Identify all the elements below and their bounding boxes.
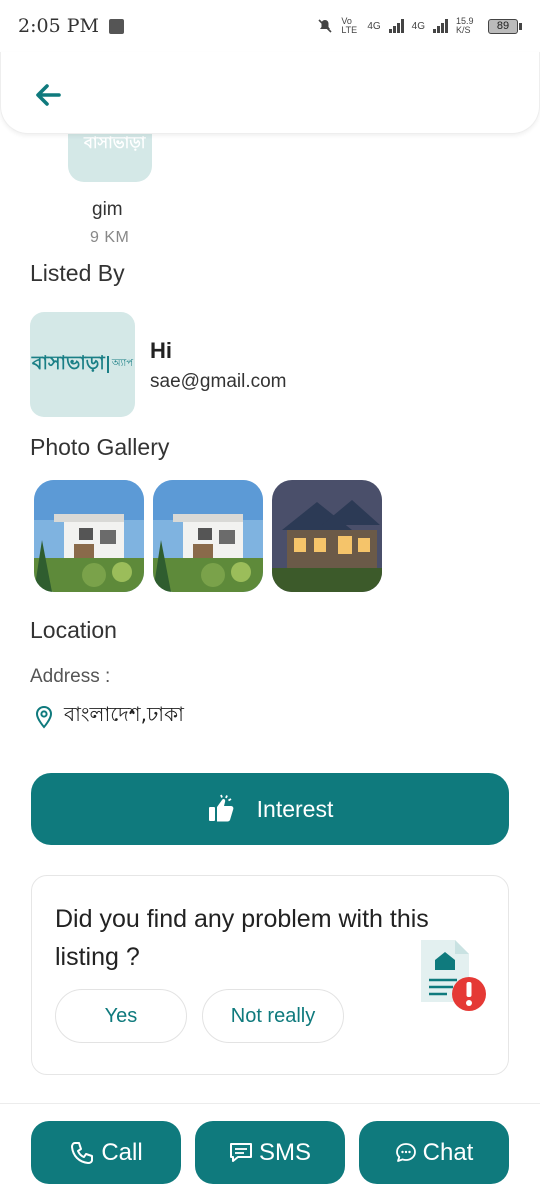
status-icons: Vo LTE 4G 4G 15.9 K/S 89 — [317, 17, 522, 35]
photo-gallery — [34, 480, 382, 592]
call-label: Call — [101, 1138, 143, 1166]
yes-button[interactable]: Yes — [55, 989, 187, 1043]
listing-distance: 9 KM — [90, 229, 130, 246]
chat-label: Chat — [422, 1138, 474, 1166]
address-value: বাংলাদেশ,ঢাকা — [64, 702, 184, 726]
thumbs-up-icon — [208, 794, 234, 822]
status-bar: 2:05 PM Vo LTE 4G 4G 15.9 K/S 89 — [0, 0, 540, 52]
chat-button[interactable]: Chat — [359, 1121, 509, 1184]
lister-email[interactable]: sae@gmail.com — [150, 371, 287, 393]
address-row: বাংলাদেশ,ঢাকা — [34, 700, 184, 733]
sms-label: SMS — [258, 1138, 311, 1166]
arrow-left-icon[interactable] — [31, 78, 65, 112]
listing-name: gim — [92, 199, 123, 220]
battery-level: 89 — [488, 18, 518, 34]
interest-label: Interest — [256, 795, 334, 822]
gallery-photo[interactable] — [272, 480, 382, 592]
lister-logo-text: বাসাভাড়া — [31, 352, 105, 374]
signal-icon — [388, 19, 404, 33]
interest-button[interactable]: Interest — [31, 773, 509, 845]
lister-name: Hi — [150, 338, 172, 363]
lister-avatar: বাসাভাড়া অ্যাপ — [30, 312, 135, 417]
logo-watermark: বাসাভাড়া — [84, 135, 146, 152]
network-label-2: 4G — [411, 20, 425, 32]
location-title: Location — [30, 617, 117, 643]
report-problem-card: Did you find any problem with this listi… — [31, 875, 509, 1075]
listed-by-title: Listed By — [30, 260, 125, 286]
status-time: 2:05 PM — [18, 15, 99, 37]
gallery-photo[interactable] — [34, 480, 144, 592]
network-label-1: 4G — [367, 20, 381, 32]
photo-gallery-title: Photo Gallery — [30, 434, 170, 460]
phone-icon — [71, 1141, 94, 1164]
mute-icon — [318, 19, 332, 33]
sms-button[interactable]: SMS — [195, 1121, 345, 1184]
notification-icon — [108, 18, 124, 34]
report-listing-icon — [421, 940, 486, 1011]
chat-bubble-icon — [395, 1142, 416, 1162]
app-header — [0, 52, 540, 134]
lister-logo-sub: অ্যাপ — [106, 356, 133, 373]
address-label: Address : — [30, 666, 111, 687]
location-pin-icon — [35, 705, 53, 729]
speed-label: 15.9 K/S — [456, 16, 474, 35]
gallery-photo[interactable] — [153, 480, 263, 592]
problem-question: Did you find any problem with this listi… — [55, 905, 429, 971]
bottom-action-bar: Call SMS Chat — [0, 1103, 540, 1200]
message-icon — [229, 1142, 252, 1162]
battery-icon: 89 — [488, 18, 522, 34]
signal-icon — [433, 19, 448, 33]
not-really-button[interactable]: Not really — [202, 989, 344, 1043]
volte-label: Vo LTE — [341, 16, 358, 35]
call-button[interactable]: Call — [31, 1121, 181, 1184]
